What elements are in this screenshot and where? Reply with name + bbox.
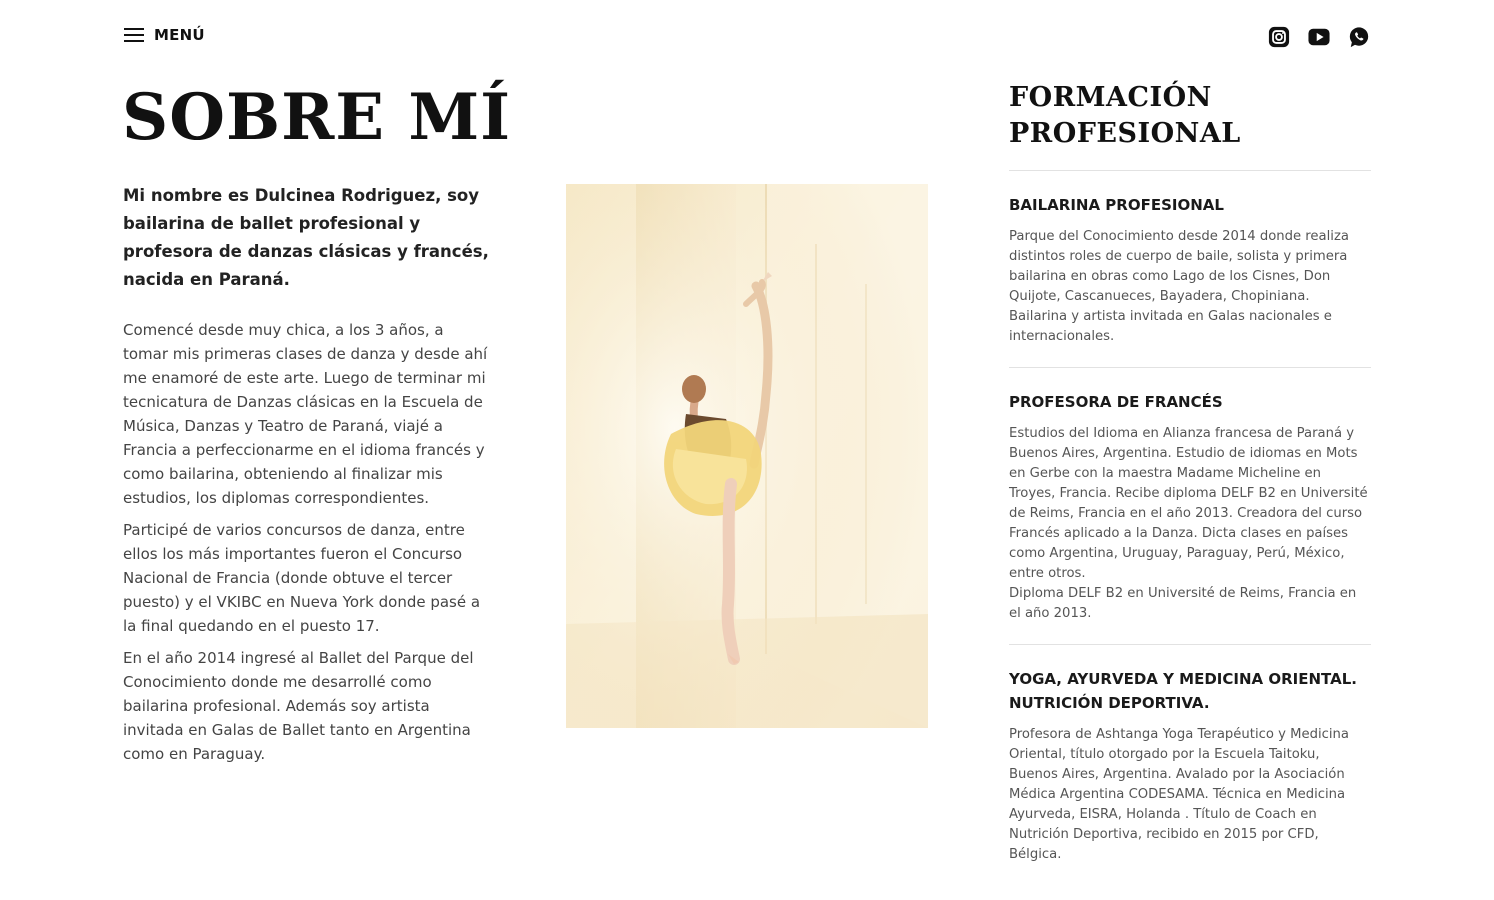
formacion-item-title: YOGA, AYURVEDA Y MEDICINA ORIENTAL. NUTR… (1009, 670, 1357, 712)
formacion-item: PROFESORA DE FRANCÉS Estudios del Idioma… (1009, 368, 1371, 645)
formacion-item-text: Parque del Conocimiento desde 2014 donde… (1009, 229, 1349, 344)
formacion-item-text: Estudios del Idioma en Alianza francesa … (1009, 426, 1368, 621)
formacion-section: FORMACIÓN PROFESIONAL BAILARINA PROFESIO… (1009, 80, 1371, 885)
whatsapp-icon[interactable] (1348, 26, 1370, 48)
social-links (1268, 26, 1370, 48)
menu-label: MENÚ (154, 26, 205, 44)
formacion-item: BAILARINA PROFESIONAL Parque del Conocim… (1009, 171, 1371, 368)
intro-text: Mi nombre es Dulcinea Rodriguez, soy bai… (123, 186, 489, 289)
instagram-icon[interactable] (1268, 26, 1290, 48)
hamburger-icon (124, 28, 144, 42)
formacion-title-line1: FORMACIÓN (1009, 82, 1212, 113)
page-title: SOBRE MÍ (122, 80, 512, 155)
ballerina-photo (566, 184, 928, 728)
formacion-item-title: BAILARINA PROFESIONAL (1009, 196, 1224, 214)
formacion-item-text: Profesora de Ashtanga Yoga Terapéutico y… (1009, 727, 1349, 862)
formacion-item-title: PROFESORA DE FRANCÉS (1009, 393, 1223, 411)
formacion-item: YOGA, AYURVEDA Y MEDICINA ORIENTAL. NUTR… (1009, 645, 1371, 885)
bio-paragraph: Participé de varios concursos de danza, … (123, 521, 481, 635)
bio-paragraph: Comencé desde muy chica, a los 3 años, a… (123, 321, 488, 507)
menu-button[interactable]: MENÚ (124, 26, 205, 44)
formacion-title: FORMACIÓN PROFESIONAL (1009, 80, 1371, 152)
youtube-icon[interactable] (1308, 26, 1330, 48)
bio-paragraph: En el año 2014 ingresé al Ballet del Par… (123, 649, 474, 763)
formacion-title-line2: PROFESIONAL (1009, 118, 1241, 149)
bio-section: Comencé desde muy chica, a los 3 años, a… (123, 318, 489, 774)
